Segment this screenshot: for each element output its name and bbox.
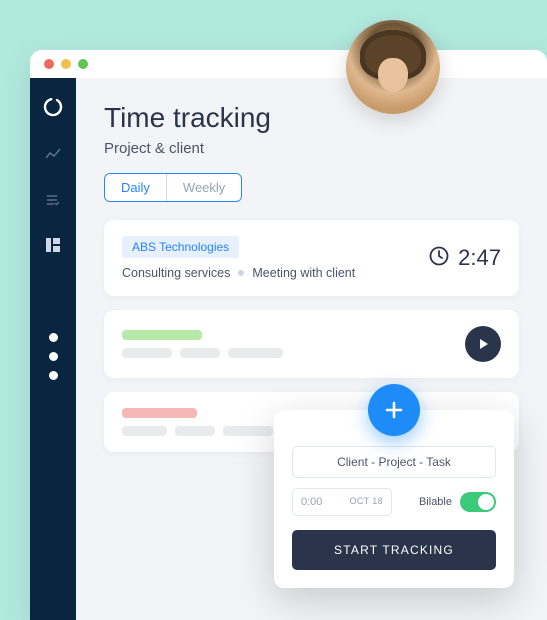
placeholder-bar: [122, 408, 197, 418]
tasks-icon[interactable]: [45, 192, 61, 213]
entry-card-placeholder-1: [104, 310, 519, 378]
window-minimize-icon[interactable]: [61, 59, 71, 69]
window-close-icon[interactable]: [44, 59, 54, 69]
window-zoom-icon[interactable]: [78, 59, 88, 69]
tab-weekly[interactable]: Weekly: [166, 174, 241, 201]
separator-dot-icon: [238, 270, 244, 276]
placeholder-bar: [228, 348, 283, 358]
placeholder-bar: [122, 330, 202, 340]
billable-label: Bilable: [419, 496, 452, 508]
placeholder-bar: [122, 348, 172, 358]
page-title: Time tracking: [104, 102, 519, 134]
analytics-icon[interactable]: [45, 147, 61, 168]
entry-project: Consulting services: [122, 266, 230, 280]
client-chip[interactable]: ABS Technologies: [122, 236, 239, 258]
view-tabs: Daily Weekly: [104, 173, 242, 202]
avatar: [346, 20, 440, 114]
placeholder-bar: [180, 348, 220, 358]
billable-toggle[interactable]: [460, 492, 496, 512]
sidebar: [30, 78, 76, 620]
placeholder-bar: [223, 426, 273, 436]
add-entry-button[interactable]: [368, 384, 420, 436]
entry-time: 2:47: [458, 245, 501, 271]
sidebar-more-dots[interactable]: [49, 333, 58, 380]
entry-selector-field[interactable]: Client - Project - Task: [292, 446, 496, 478]
window-titlebar: [30, 50, 547, 78]
active-entry-card: ABS Technologies Consulting services Mee…: [104, 220, 519, 296]
dashboard-icon[interactable]: [45, 237, 61, 258]
entry-task: Meeting with client: [252, 266, 355, 280]
date-label: OCT 18: [349, 496, 383, 508]
logo-icon: [42, 96, 64, 123]
placeholder-bar: [122, 426, 167, 436]
page-subtitle: Project & client: [104, 140, 519, 157]
start-tracking-button[interactable]: START TRACKING: [292, 530, 496, 570]
tab-daily[interactable]: Daily: [105, 174, 166, 201]
play-button[interactable]: [465, 326, 501, 362]
new-entry-popup: Client - Project - Task 0:00 OCT 18 Bila…: [274, 410, 514, 588]
entry-breadcrumbs: Consulting services Meeting with client: [122, 266, 355, 280]
time-placeholder: 0:00: [301, 496, 322, 508]
placeholder-bar: [175, 426, 215, 436]
clock-icon: [428, 245, 450, 272]
time-input[interactable]: 0:00 OCT 18: [292, 488, 392, 516]
